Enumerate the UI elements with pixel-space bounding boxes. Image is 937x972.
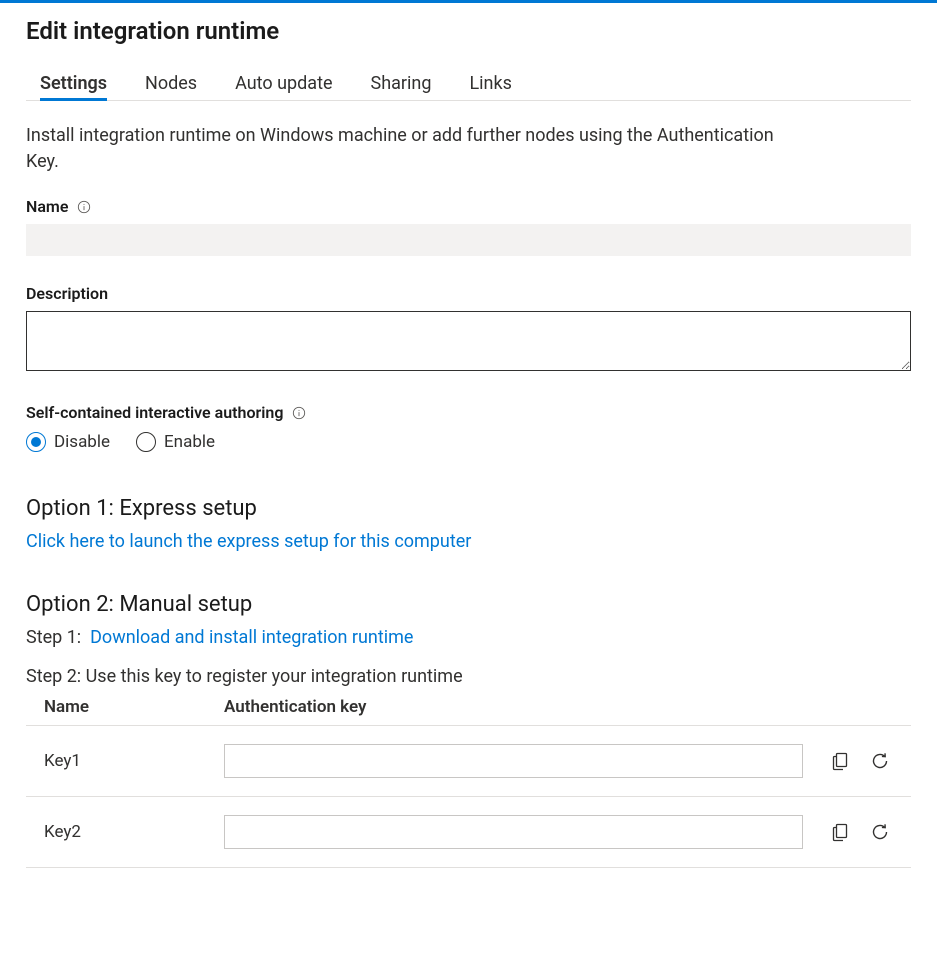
col-header-name: Name [26, 693, 206, 726]
table-row: Key1 [26, 726, 911, 797]
intro-text: Install integration runtime on Windows m… [26, 123, 806, 175]
radio-unchecked-icon [136, 432, 156, 452]
auth-key-table: Name Authentication key Key1 [26, 693, 911, 868]
info-icon[interactable] [76, 199, 92, 215]
refresh-icon[interactable] [869, 750, 891, 772]
key-name-cell: Key1 [26, 726, 206, 797]
step2-text: Step 2: Use this key to register your in… [26, 666, 463, 687]
tab-nodes[interactable]: Nodes [145, 73, 197, 100]
name-input [26, 224, 911, 256]
radio-label: Enable [164, 432, 215, 452]
option2-heading: Option 2: Manual setup [26, 592, 911, 617]
page-title: Edit integration runtime [26, 17, 911, 45]
step1-prefix: Step 1: [26, 627, 81, 648]
copy-icon[interactable] [829, 750, 851, 772]
tab-links[interactable]: Links [469, 73, 511, 100]
col-header-auth-key: Authentication key [206, 693, 811, 726]
name-label: Name [26, 197, 68, 216]
info-icon[interactable] [291, 405, 307, 421]
scia-radio-disable[interactable]: Disable [26, 432, 110, 452]
option1-heading: Option 1: Express setup [26, 496, 911, 521]
tab-settings[interactable]: Settings [40, 73, 107, 100]
description-input[interactable] [26, 311, 911, 371]
scia-radio-enable[interactable]: Enable [136, 432, 215, 452]
scia-radio-group: Disable Enable [26, 432, 911, 452]
tab-auto-update[interactable]: Auto update [235, 73, 332, 100]
radio-checked-icon [26, 432, 46, 452]
tab-bar: Settings Nodes Auto update Sharing Links [26, 73, 911, 101]
table-row: Key2 [26, 797, 911, 868]
description-label: Description [26, 284, 108, 303]
radio-label: Disable [54, 432, 110, 452]
copy-icon[interactable] [829, 821, 851, 843]
auth-key-input[interactable] [224, 744, 803, 778]
scia-label: Self-contained interactive authoring [26, 403, 283, 422]
tab-sharing[interactable]: Sharing [371, 73, 432, 100]
refresh-icon[interactable] [869, 821, 891, 843]
auth-key-input[interactable] [224, 815, 803, 849]
express-setup-link[interactable]: Click here to launch the express setup f… [26, 531, 471, 552]
download-ir-link[interactable]: Download and install integration runtime [90, 627, 413, 648]
key-name-cell: Key2 [26, 797, 206, 868]
